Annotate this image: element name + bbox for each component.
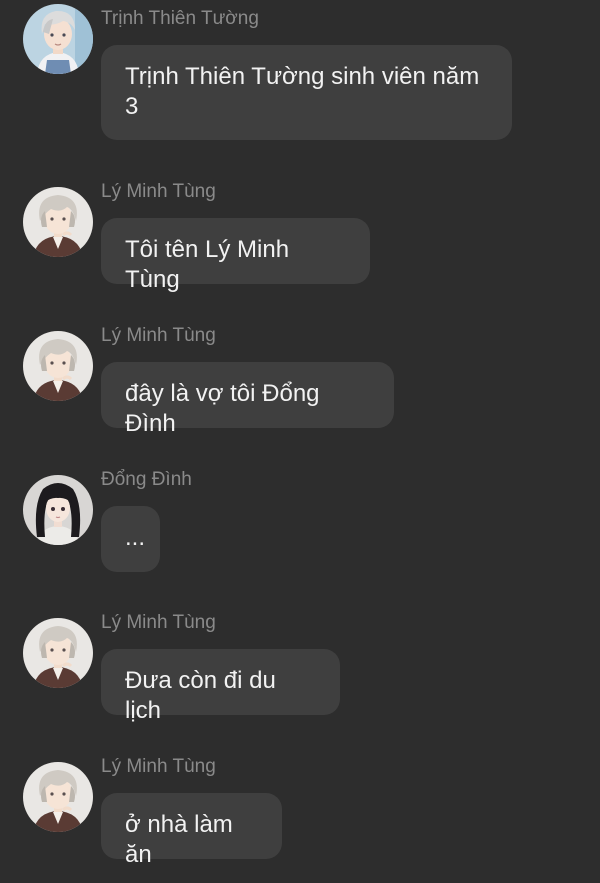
message-text: đây là vợ tôi Đổng Đình [125,380,320,437]
message-text: ... [125,524,146,551]
message-text: Trịnh Thiên Tường sinh viên năm 3 [125,63,480,120]
sender-name: Lý Minh Tùng [101,612,216,633]
message-text: ở nhà làm ăn [125,811,233,868]
sender-name: Đổng Đình [101,469,192,490]
chat-screen: { "messages": [ { "sender": "Trịnh Thiên… [0,0,600,883]
sender-name: Lý Minh Tùng [101,325,216,346]
message-bubble[interactable]: Trịnh Thiên Tường sinh viên năm 3 [101,45,512,140]
sender-name: Trịnh Thiên Tường [101,8,259,29]
message-bubble[interactable]: ở nhà làm ăn [101,793,282,868]
silver-haired-man-avatar[interactable] [23,331,93,401]
message-text: Đưa còn đi du lịch [125,667,276,724]
dark-haired-girl-avatar[interactable] [23,475,93,545]
light-haired-boy-avatar[interactable] [23,4,93,74]
silver-haired-man-avatar[interactable] [23,762,93,832]
sender-name: Lý Minh Tùng [101,181,216,202]
silver-haired-man-avatar[interactable] [23,618,93,688]
silver-haired-man-avatar[interactable] [23,187,93,257]
message-bubble[interactable]: ... [101,506,160,572]
message-bubble[interactable]: đây là vợ tôi Đổng Đình [101,362,394,437]
message-bubble[interactable]: Đưa còn đi du lịch [101,649,340,724]
message-text: Tôi tên Lý Minh Tùng [125,236,290,293]
message-bubble[interactable]: Tôi tên Lý Minh Tùng [101,218,370,293]
sender-name: Lý Minh Tùng [101,756,216,777]
